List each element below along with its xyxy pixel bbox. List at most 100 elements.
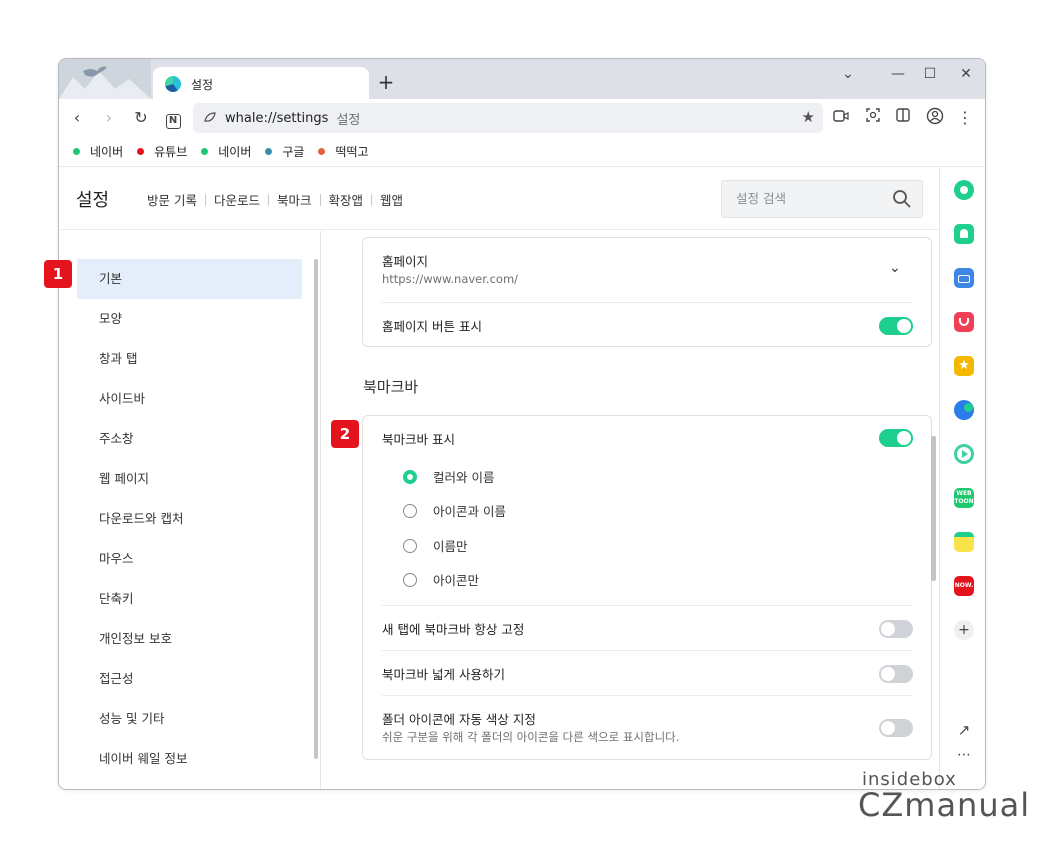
- search-icon[interactable]: [892, 189, 912, 209]
- close-button[interactable]: ✕: [951, 63, 981, 85]
- nav-item-mouse[interactable]: 마우스: [77, 539, 302, 579]
- link-history[interactable]: 방문 기록: [139, 190, 205, 209]
- tab-settings[interactable]: 설정: [153, 67, 369, 101]
- page-title: 설정: [76, 190, 110, 211]
- address-bar[interactable]: whale://settings 설정 ★: [193, 103, 823, 133]
- capture-icon[interactable]: [861, 107, 885, 129]
- settings-quick-links: 방문 기록 다운로드 북마크 확장앱 웹앱: [139, 190, 411, 209]
- nav-item-performance[interactable]: 성능 및 기타: [77, 699, 302, 739]
- add-sidebar-app-icon[interactable]: +: [954, 620, 974, 640]
- address-url: whale://settings: [225, 110, 329, 126]
- link-extensions[interactable]: 확장앱: [321, 190, 372, 209]
- forward-icon[interactable]: ›: [97, 107, 121, 129]
- whale-site-icon: [204, 112, 216, 122]
- play-icon[interactable]: [954, 444, 974, 464]
- content-scrollbar[interactable]: [931, 436, 936, 581]
- pin-newtab-toggle[interactable]: [879, 620, 913, 638]
- nav-item-address-bar[interactable]: 주소창: [77, 419, 302, 459]
- bookmark-item[interactable]: 네이버: [73, 143, 123, 160]
- naver-home-icon[interactable]: N: [161, 107, 185, 129]
- radio-button[interactable]: [403, 572, 417, 587]
- radio-button[interactable]: [403, 469, 417, 484]
- favorites-star-icon[interactable]: ★: [954, 356, 974, 376]
- bookmarkbar-show-toggle[interactable]: [879, 429, 913, 447]
- home-button-label: 홈페이지 버튼 표시: [382, 319, 482, 334]
- webtoon-icon[interactable]: WEB TOON: [954, 488, 974, 508]
- bookmark-color-dot: [137, 148, 145, 155]
- radio-color-and-name[interactable]: 컬러와 이름: [403, 467, 494, 486]
- profile-icon[interactable]: [923, 107, 947, 129]
- radio-icon-and-name[interactable]: 아이콘과 이름: [403, 501, 506, 520]
- bookmark-color-dot: [265, 148, 273, 155]
- radio-button[interactable]: [403, 503, 417, 518]
- homepage-url: https://www.naver.com/: [382, 272, 519, 286]
- bookmark-star-icon[interactable]: ★: [802, 108, 815, 126]
- translate-icon[interactable]: [954, 400, 974, 420]
- folder-color-label: 폴더 아이콘에 자동 색상 지정: [382, 712, 536, 727]
- settings-header: 설정 방문 기록 다운로드 북마크 확장앱 웹앱 설정 검색: [59, 168, 939, 230]
- nav-item-web-page[interactable]: 웹 페이지: [77, 459, 302, 499]
- step-badge-2: 2: [331, 420, 359, 448]
- tab-title: 설정: [191, 77, 214, 92]
- bookmark-item[interactable]: 네이버: [201, 143, 251, 160]
- radio-name-only[interactable]: 이름만: [403, 536, 468, 555]
- home-button-toggle[interactable]: [879, 317, 913, 335]
- wide-bookmarkbar-toggle[interactable]: [879, 665, 913, 683]
- whale-decoration-icon: [59, 59, 151, 99]
- watermark-line2: CZmanual: [858, 786, 1031, 824]
- link-downloads[interactable]: 다운로드: [206, 190, 268, 209]
- reload-icon[interactable]: ↻: [129, 107, 153, 129]
- external-link-icon[interactable]: ↗: [954, 720, 974, 740]
- nav-item-appearance[interactable]: 모양: [77, 299, 302, 339]
- nav-item-accessibility[interactable]: 접근성: [77, 659, 302, 699]
- new-tab-button[interactable]: +: [375, 71, 397, 93]
- green-circle-icon[interactable]: [954, 180, 974, 200]
- wallet-icon[interactable]: [954, 268, 974, 288]
- bookmark-item[interactable]: 떡떡고: [318, 143, 369, 160]
- radio-button[interactable]: [403, 538, 417, 553]
- bookmarkbar-card: 북마크바 표시 컬러와 이름 아이콘과 이름 이름만 아이콘만 새 탭에 북마크…: [362, 415, 932, 760]
- tab-strip: 설정 + ⌄ — ☐ ✕: [59, 59, 985, 101]
- nav-item-shortcuts[interactable]: 단축키: [77, 579, 302, 619]
- bookmark-item[interactable]: 유튜브: [137, 143, 187, 160]
- minimize-button[interactable]: —: [883, 63, 913, 85]
- wide-bookmarkbar-label: 북마크바 넓게 사용하기: [382, 667, 505, 682]
- homepage-card: 홈페이지 https://www.naver.com/ ⌄ 홈페이지 버튼 표시: [362, 237, 932, 347]
- nav-item-download-capture[interactable]: 다운로드와 캡처: [77, 499, 302, 539]
- split-view-icon[interactable]: [891, 107, 915, 129]
- pocket-icon[interactable]: [954, 312, 974, 332]
- memo-icon[interactable]: [954, 532, 974, 552]
- address-page-title: 설정: [336, 112, 361, 128]
- nav-item-about[interactable]: 네이버 웨일 정보: [77, 739, 302, 779]
- bookmark-item[interactable]: 구글: [265, 143, 304, 160]
- menu-icon[interactable]: ⋮: [953, 107, 977, 129]
- back-icon[interactable]: ‹: [65, 107, 89, 129]
- divider: [382, 650, 913, 651]
- folder-color-description: 쉬운 구분을 위해 각 폴더의 아이콘을 다른 색으로 표시합니다.: [382, 730, 680, 744]
- nav-item-privacy[interactable]: 개인정보 보호: [77, 619, 302, 659]
- nav-item-windows-tabs[interactable]: 창과 탭: [77, 339, 302, 379]
- notification-bell-icon[interactable]: [954, 224, 974, 244]
- divider: [382, 302, 913, 303]
- video-icon[interactable]: [829, 107, 853, 129]
- settings-search-input[interactable]: 설정 검색: [721, 180, 923, 218]
- maximize-button[interactable]: ☐: [915, 63, 945, 85]
- homepage-expand-chevron-icon[interactable]: ⌄: [889, 260, 901, 276]
- bookmarks-bar: 네이버 유튜브 네이버 구글 떡떡고: [59, 137, 985, 167]
- bookmark-color-dot: [73, 148, 80, 155]
- link-bookmarks[interactable]: 북마크: [269, 190, 320, 209]
- nav-scrollbar[interactable]: [314, 259, 318, 759]
- nav-item-basic[interactable]: 기본: [77, 259, 302, 299]
- pin-newtab-label: 새 탭에 북마크바 항상 고정: [382, 622, 525, 637]
- section-title-bookmarkbar: 북마크바: [363, 378, 419, 396]
- bookmarkbar-show-label: 북마크바 표시: [382, 432, 455, 447]
- tab-list-chevron-icon[interactable]: ⌄: [833, 63, 863, 85]
- now-icon[interactable]: NOW.: [954, 576, 974, 596]
- search-placeholder: 설정 검색: [736, 191, 786, 206]
- divider: [382, 695, 913, 696]
- folder-color-toggle[interactable]: [879, 719, 913, 737]
- radio-icon-only[interactable]: 아이콘만: [403, 570, 479, 589]
- more-icon[interactable]: ⋯: [954, 748, 974, 768]
- nav-item-sidebar[interactable]: 사이드바: [77, 379, 302, 419]
- link-webapps[interactable]: 웹앱: [372, 190, 411, 209]
